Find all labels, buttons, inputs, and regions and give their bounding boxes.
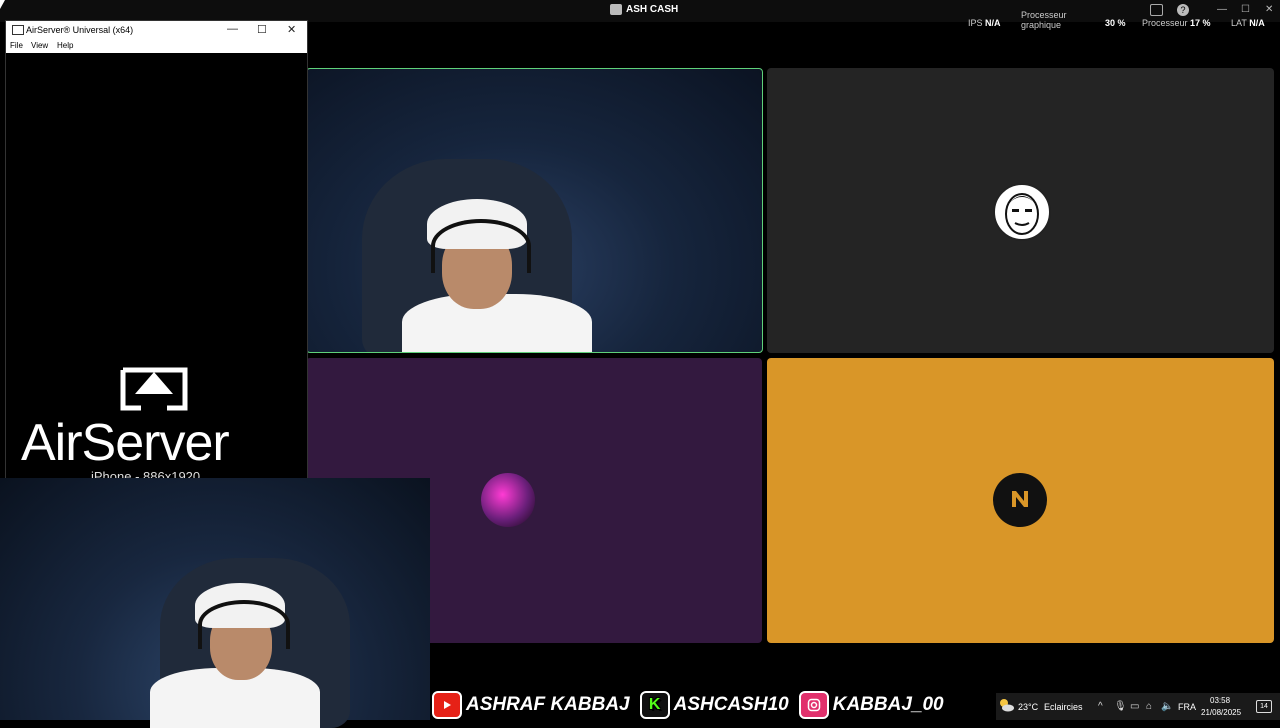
language-indicator[interactable]: FRA: [1178, 702, 1196, 712]
headset: [431, 219, 531, 273]
social-kick: K ASHCASH10: [639, 690, 789, 719]
airserver-menubar: File View Help: [6, 39, 307, 53]
lat-value: N/A: [1249, 18, 1265, 28]
avatar: [993, 183, 1051, 241]
chevron-up-icon[interactable]: ^: [1098, 701, 1103, 712]
gpu-label-line1: Processeur: [1021, 10, 1067, 20]
airserver-minimize-button[interactable]: —: [227, 23, 238, 35]
network-icon[interactable]: ⌂: [1146, 701, 1152, 712]
youtube-handle: ASHRAF KABBAJ: [466, 693, 630, 715]
maximize-button[interactable]: ☐: [1241, 4, 1250, 15]
ips-stat: IPS N/A: [968, 18, 1001, 28]
avatar: [993, 473, 1047, 527]
kick-icon: K: [639, 690, 670, 719]
volume-icon[interactable]: 🔈: [1161, 701, 1173, 712]
face-avatar-icon: [1005, 193, 1039, 235]
weather-description[interactable]: Eclaircies: [1044, 702, 1083, 712]
battery-icon[interactable]: ▭: [1130, 701, 1139, 712]
lat-label: LAT: [1231, 18, 1247, 28]
airplay-icon: [120, 367, 188, 411]
social-banner: ASHRAF KABBAJ K ASHCASH10 KABBAJ_00: [432, 689, 962, 720]
cpu-label: Processeur: [1142, 18, 1188, 28]
app-title: ASH CASH: [610, 4, 678, 15]
airserver-app-icon: [12, 25, 24, 35]
gpu-stat-value: 30 %: [1105, 18, 1126, 28]
app-title-text: ASH CASH: [626, 4, 679, 15]
clock-time[interactable]: 03:58: [1210, 696, 1230, 705]
weather-partly-cloudy-icon[interactable]: [998, 698, 1014, 712]
minimize-button[interactable]: —: [1217, 4, 1227, 15]
social-youtube: ASHRAF KABBAJ: [432, 690, 630, 719]
notification-center-button[interactable]: 14: [1256, 700, 1272, 713]
mouse-cursor-icon: [0, 0, 5, 9]
help-icon[interactable]: ?: [1177, 4, 1189, 16]
social-instagram: KABBAJ_00: [798, 690, 944, 719]
menu-view[interactable]: View: [31, 41, 48, 50]
airserver-close-button[interactable]: ✕: [287, 23, 296, 36]
airserver-maximize-button[interactable]: ☐: [257, 23, 267, 36]
video-tile-main[interactable]: [306, 68, 763, 353]
menu-help[interactable]: Help: [57, 41, 73, 50]
instagram-icon: [798, 690, 829, 719]
cpu-value: 17 %: [1190, 18, 1211, 28]
ips-value: N/A: [985, 18, 1001, 28]
youtube-icon: [432, 690, 462, 719]
lat-stat: LAT N/A: [1231, 18, 1265, 28]
clock-date[interactable]: 21/08/2025: [1201, 708, 1241, 717]
airserver-window[interactable]: AirServer® Universal (x64) — ☐ ✕ File Vi…: [5, 20, 308, 484]
menu-file[interactable]: File: [10, 41, 23, 50]
instagram-handle: KABBAJ_00: [832, 693, 944, 715]
kick-handle: ASHCASH10: [673, 693, 789, 715]
taskbar-tray: 23°C Eclaircies ^ 🎙 ▭ ⌂ 🔈 FRA 03:58 21/0…: [996, 693, 1280, 720]
gpu-stat-label: Processeur graphique: [1021, 10, 1067, 30]
app-icon: [610, 4, 622, 15]
airserver-title: AirServer® Universal (x64): [26, 25, 134, 35]
headset: [198, 600, 290, 649]
cast-icon[interactable]: [1150, 4, 1163, 16]
cpu-stat: Processeur 17 %: [1142, 18, 1211, 28]
gpu-value: 30 %: [1105, 18, 1126, 28]
avatar: [481, 473, 535, 527]
weather-temperature[interactable]: 23°C: [1018, 702, 1038, 712]
ips-label: IPS: [968, 18, 983, 28]
close-button[interactable]: ✕: [1265, 4, 1273, 15]
airserver-titlebar[interactable]: AirServer® Universal (x64) — ☐ ✕: [6, 21, 307, 39]
microphone-icon[interactable]: 🎙: [1114, 701, 1127, 712]
webcam-overlay: [0, 478, 430, 728]
gpu-label-line2: graphique: [1021, 20, 1062, 30]
airserver-logo-text: AirServer: [21, 414, 230, 472]
logo-avatar-icon: [1012, 491, 1028, 507]
